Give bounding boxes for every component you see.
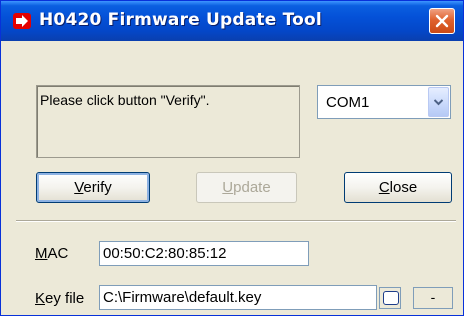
browse-key-file-button[interactable] [379, 287, 401, 309]
section-divider [16, 220, 456, 222]
update-button[interactable]: Update [196, 172, 297, 203]
update-tool-window: H0420 Firmware Update Tool Please click … [0, 0, 464, 316]
checkbox-icon [383, 291, 399, 305]
status-message-box: Please click button "Verify". [36, 85, 300, 158]
close-button[interactable]: Close [344, 172, 452, 203]
key-file-options-button[interactable]: - [413, 287, 453, 309]
port-select[interactable]: COM1 [317, 85, 451, 119]
title-bar[interactable]: H0420 Firmware Update Tool [1, 1, 463, 41]
mac-field[interactable]: 00:50:C2:80:85:12 [99, 241, 309, 266]
key-file-label: Key file [35, 290, 85, 307]
app-icon [13, 13, 31, 29]
window-close-button[interactable] [429, 8, 455, 34]
port-select-value: COM1 [326, 94, 370, 111]
key-file-field[interactable]: C:\Firmware\default.key [99, 285, 377, 310]
key-file-options-label: - [430, 289, 436, 305]
mac-label: MAC [35, 245, 69, 262]
status-message: Please click button "Verify". [40, 92, 210, 108]
verify-button[interactable]: Verify [36, 172, 150, 203]
window-title: H0420 Firmware Update Tool [39, 10, 322, 30]
port-select-dropdown-button[interactable] [428, 87, 449, 117]
close-icon [435, 14, 449, 28]
dropdown-arrow-icon [434, 99, 443, 106]
